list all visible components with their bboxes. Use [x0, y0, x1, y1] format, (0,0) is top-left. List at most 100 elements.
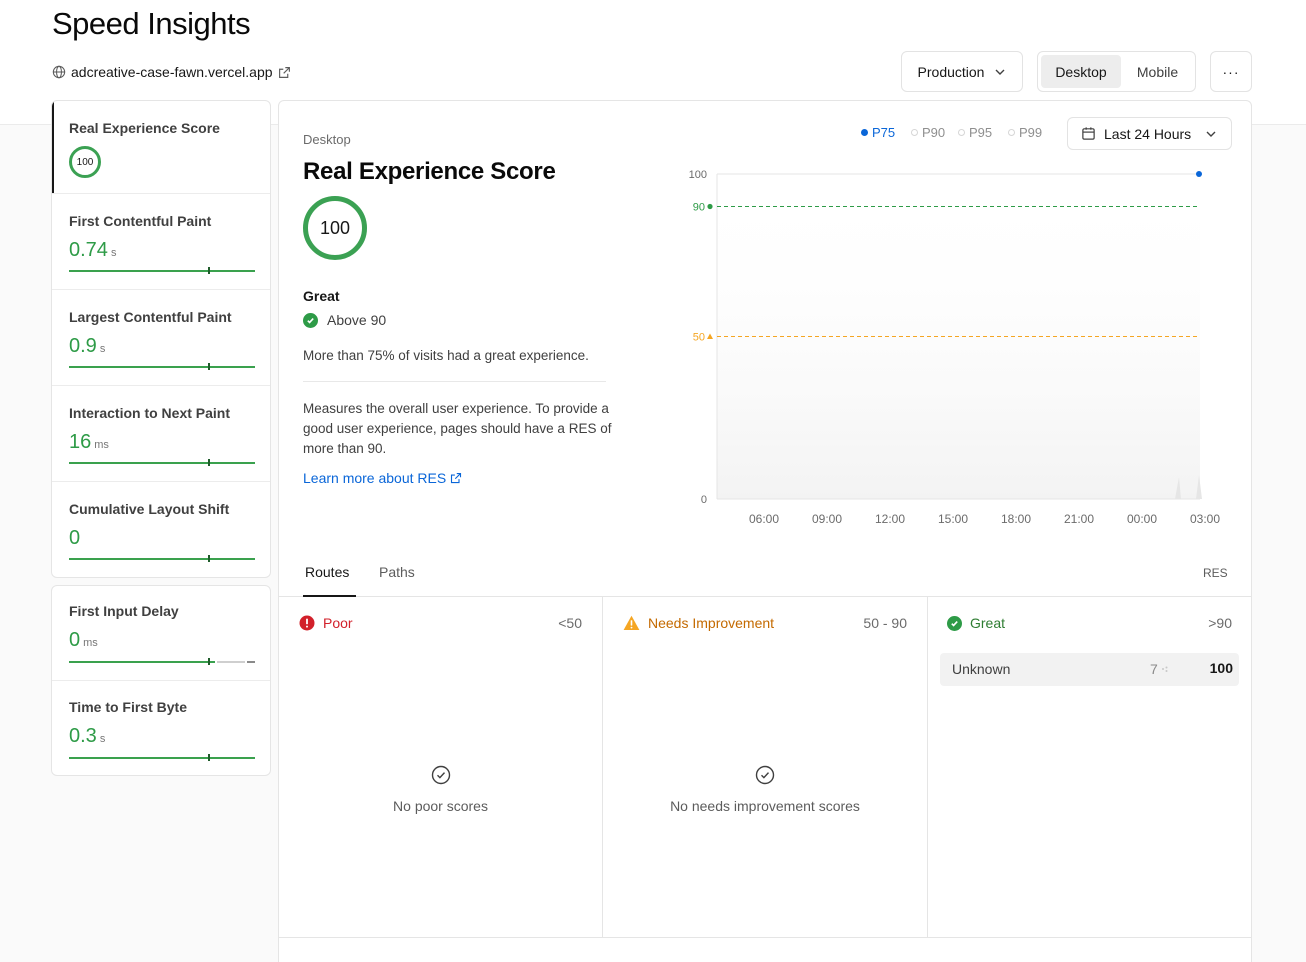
percentile-p90[interactable]: P90: [911, 125, 945, 140]
site-link[interactable]: adcreative-case-fawn.vercel.app: [52, 63, 291, 81]
rating-threshold: Above 90: [303, 312, 386, 328]
chevron-down-icon: [995, 69, 1005, 75]
needs-improvement-range: 50 - 90: [863, 615, 907, 631]
sidebar-item-inp[interactable]: Interaction to Next Paint 16 ms: [52, 386, 270, 482]
metric-unit: ms: [94, 439, 109, 451]
percentile-dot: [911, 129, 918, 136]
percentile-dot: [1008, 129, 1015, 136]
rating-threshold-text: Above 90: [327, 312, 387, 328]
sidebar-item-lcp[interactable]: Largest Contentful Paint 0.9 s: [52, 290, 270, 386]
score-ring: 100: [303, 196, 367, 260]
metric-distribution-bar: [69, 555, 255, 562]
more-options-button[interactable]: ···: [1210, 51, 1252, 92]
res-score-ring: 100: [69, 146, 101, 178]
sidebar-item-fid[interactable]: First Input Delay 0 ms: [52, 586, 270, 681]
site-url[interactable]: adcreative-case-fawn.vercel.app: [71, 64, 273, 80]
y-tick-label: 0: [701, 494, 707, 506]
sidebar-item-res[interactable]: Real Experience Score 100: [52, 101, 270, 194]
metric-label: Time to First Byte: [69, 699, 187, 715]
learn-more-link[interactable]: Learn more about RES: [303, 470, 462, 486]
threshold-label: 50: [693, 332, 705, 344]
learn-more-text[interactable]: Learn more about RES: [303, 470, 446, 486]
users-icon: [1162, 666, 1168, 672]
metric-value: 0 ms: [69, 629, 98, 652]
great-range: >90: [1208, 615, 1232, 631]
poor-header: Poor: [299, 615, 353, 631]
metric-label: Largest Contentful Paint: [69, 309, 232, 325]
metric-distribution-bar: [69, 658, 215, 665]
metric-label: Interaction to Next Paint: [69, 405, 231, 421]
poor-range: <50: [558, 615, 582, 631]
metric-value: 16 ms: [69, 431, 109, 454]
metric-detail-panel: Desktop Real Experience Score 100 Great …: [278, 100, 1252, 962]
threshold-marker: [208, 658, 210, 665]
sidebar-item-cls[interactable]: Cumulative Layout Shift 0: [52, 482, 270, 577]
device-mobile-button[interactable]: Mobile: [1123, 55, 1192, 88]
legacy-metrics-sidebar: First Input Delay 0 ms Time to First Byt…: [51, 585, 271, 776]
check-circle-icon: [755, 765, 775, 785]
percentile-label: P95: [969, 125, 993, 140]
time-range-label: Last 24 Hours: [1104, 125, 1192, 142]
sidebar-item-fcp[interactable]: First Contentful Paint 0.74 s: [52, 194, 270, 290]
route-score: 100: [1209, 660, 1233, 676]
metric-bar-poor: [247, 661, 255, 663]
poor-empty-text: No poor scores: [393, 798, 488, 814]
metric-label: First Input Delay: [69, 603, 179, 619]
globe-icon: [52, 65, 66, 79]
metric-value: 0.74 s: [69, 239, 116, 262]
needs-improvement-column: Needs Improvement 50 - 90 No needs impro…: [603, 597, 928, 937]
metric-bar-needs-improvement: [217, 661, 245, 663]
metric-selector-label: RES: [1203, 566, 1228, 580]
percentile-dot: [861, 129, 868, 136]
device-toggle: Desktop Mobile: [1037, 51, 1196, 92]
percentile-label: P90: [922, 125, 946, 140]
percentile-p95[interactable]: P95: [958, 125, 992, 140]
metrics-sidebar: Real Experience Score 100 First Contentf…: [51, 100, 271, 578]
great-column: Great >90 Unknown 7 100: [928, 597, 1251, 937]
route-name: Unknown: [952, 661, 1011, 677]
environment-select[interactable]: Production: [901, 51, 1023, 92]
metric-value: 0.3 s: [69, 725, 105, 748]
tab-routes[interactable]: Routes: [305, 564, 349, 580]
threshold-marker-dot: [707, 203, 713, 210]
check-circle-icon: [303, 312, 318, 328]
route-row[interactable]: Unknown 7 100: [940, 653, 1239, 686]
metric-number: 0: [69, 629, 81, 651]
device-label: Desktop: [303, 132, 351, 147]
alert-circle-icon: [299, 615, 315, 631]
threshold-marker: [208, 754, 210, 761]
great-label: Great: [970, 615, 1006, 631]
metric-number: 0: [69, 527, 81, 549]
res-chart: 0 100 90 50 06:00 09:00 12:00 15:00 18:00 21:00 00…: [689, 169, 1221, 526]
time-range-select[interactable]: Last 24 Hours: [1067, 117, 1232, 150]
poor-empty-state: No poor scores: [279, 765, 602, 814]
metric-number: 16: [69, 431, 92, 453]
external-link-icon[interactable]: [278, 66, 291, 79]
environment-label: Production: [917, 63, 985, 80]
external-link-icon[interactable]: [450, 472, 462, 484]
poor-column: Poor <50 No poor scores: [279, 597, 603, 937]
page-title: Speed Insights: [52, 6, 251, 41]
x-tick-label: 15:00: [938, 512, 968, 526]
routes-tabs: Routes Paths RES: [279, 549, 1251, 597]
series-point: [1196, 171, 1202, 177]
percentile-p75[interactable]: P75: [861, 125, 895, 140]
metric-value: 0: [69, 527, 83, 550]
sidebar-item-ttfb[interactable]: Time to First Byte 0.3 s: [52, 681, 270, 775]
divider: [303, 381, 606, 382]
metric-distribution-bar: [69, 459, 255, 466]
percentile-p99[interactable]: P99: [1008, 125, 1042, 140]
check-circle-icon: [947, 615, 962, 631]
device-desktop-button[interactable]: Desktop: [1041, 55, 1121, 88]
metric-unit: s: [99, 343, 106, 355]
metric-number: 0.9: [69, 335, 97, 357]
x-tick-label: 06:00: [749, 512, 779, 526]
metric-distribution-bar: [69, 267, 255, 274]
threshold-marker: [208, 267, 210, 274]
tab-paths[interactable]: Paths: [379, 564, 415, 580]
metric-distribution-bar: [69, 754, 255, 761]
x-tick-label: 18:00: [1001, 512, 1031, 526]
x-tick-label: 03:00: [1190, 512, 1220, 526]
threshold-marker: [208, 459, 210, 466]
threshold-label: 90: [693, 202, 705, 214]
